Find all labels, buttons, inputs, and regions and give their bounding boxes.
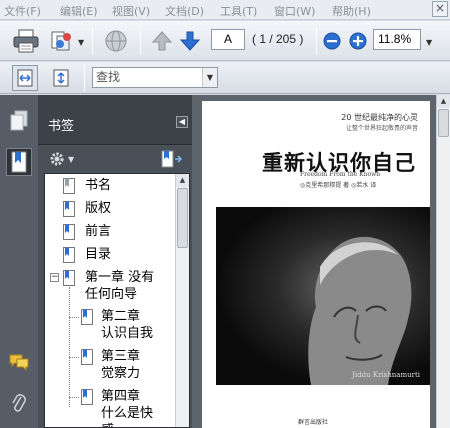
- menu-tools[interactable]: 工具(T): [220, 3, 257, 19]
- tree-line: [69, 357, 79, 358]
- bookmark-item[interactable]: 第二章: [101, 308, 140, 325]
- bookmark-item[interactable]: 第三章: [101, 348, 140, 365]
- toolbar-separator: [92, 27, 93, 55]
- navigation-pane-strip: [0, 95, 38, 428]
- close-icon[interactable]: ×: [432, 1, 448, 17]
- fit-page-icon[interactable]: [48, 65, 74, 91]
- cover-author-line: ◎克里希那穆提 著 ◎若水 译: [300, 182, 377, 189]
- zoom-level-input[interactable]: 11.8%: [373, 29, 421, 50]
- cover-english-title: Freedom From the Known: [300, 171, 381, 178]
- menu-document[interactable]: 文档(D): [165, 3, 204, 19]
- page-count: ( 1 / 205 ): [252, 32, 304, 46]
- globe-icon[interactable]: [102, 27, 130, 55]
- print-icon[interactable]: [12, 27, 40, 55]
- page-icon: [63, 178, 75, 194]
- bookmarks-tools: ▼: [38, 145, 192, 173]
- bookmark-item[interactable]: 书名: [85, 177, 111, 194]
- bookmarks-panel: 书签 ◀ ▼ 书名 版权 前言 目录 − 第一章 没有 任何向导 第二章 认识自…: [38, 95, 192, 428]
- bookmark-item[interactable]: 前言: [85, 223, 111, 240]
- find-placeholder: 查找: [96, 70, 121, 84]
- prev-page-icon[interactable]: [150, 29, 174, 53]
- gear-icon[interactable]: [48, 150, 66, 168]
- expand-bookmark-icon[interactable]: [160, 150, 182, 168]
- zoom-in-icon[interactable]: [348, 31, 368, 51]
- portrait-caption: Jiddu Krishnamurti: [352, 371, 420, 379]
- cover-portrait: Jiddu Krishnamurti: [216, 207, 430, 385]
- fit-width-icon[interactable]: [12, 65, 38, 91]
- cover-subtitle: 20 世纪最纯净的心灵: [341, 113, 418, 122]
- bookmark-item[interactable]: 第四章: [101, 388, 140, 405]
- bookmarks-scrollbar[interactable]: ▲: [175, 174, 189, 427]
- cover-publisher: 群言出版社: [298, 419, 329, 426]
- pages-panel-icon[interactable]: [6, 107, 32, 135]
- menu-edit[interactable]: 编辑(E): [60, 3, 98, 19]
- tree-line: [69, 397, 79, 398]
- secondary-toolbar: 查找 ▼: [0, 62, 450, 94]
- document-page[interactable]: 20 世纪最纯净的心灵 让整个世界狂起敬畏的声音 重新认识你自己 Freedom…: [202, 101, 430, 428]
- options-dropdown-icon[interactable]: ▼: [68, 155, 74, 164]
- cover-tagline: 让整个世界狂起敬畏的声音: [345, 125, 418, 132]
- bookmark-icon: [63, 201, 75, 217]
- scroll-up-icon[interactable]: ▲: [176, 174, 189, 187]
- document-view: 20 世纪最纯净的心灵 让整个世界狂起敬畏的声音 重新认识你自己 Freedom…: [192, 95, 436, 428]
- portrait-illustration: [308, 236, 412, 385]
- bookmark-item-cont[interactable]: 任何向导: [85, 286, 137, 303]
- bookmarks-tree: 书名 版权 前言 目录 − 第一章 没有 任何向导 第二章 认识自我 第三章 觉…: [44, 173, 190, 428]
- bookmarks-panel-icon[interactable]: [6, 148, 32, 176]
- toolbar-separator: [84, 64, 85, 92]
- attachments-panel-icon[interactable]: [6, 390, 32, 418]
- bookmark-item[interactable]: 目录: [85, 246, 111, 263]
- share-icon[interactable]: [48, 27, 76, 55]
- collapse-toggle-icon[interactable]: −: [50, 273, 59, 282]
- comments-panel-icon[interactable]: [6, 348, 32, 376]
- bookmarks-title: 书签: [48, 119, 75, 134]
- tree-line: [69, 287, 70, 407]
- bookmark-item[interactable]: 第一章 没有: [85, 269, 154, 286]
- document-scrollbar[interactable]: ▲: [436, 95, 450, 428]
- next-page-icon[interactable]: [178, 29, 202, 53]
- toolbar-separator: [316, 27, 317, 55]
- tree-line: [69, 317, 79, 318]
- main-toolbar: ▼ A ( 1 / 205 ) 11.8% ▼: [0, 21, 450, 61]
- menu-window[interactable]: 窗口(W): [274, 3, 315, 19]
- bookmark-icon: [81, 349, 93, 365]
- scroll-thumb[interactable]: [438, 109, 449, 137]
- menu-file[interactable]: 文件(F): [4, 3, 41, 19]
- bookmark-icon: [81, 309, 93, 325]
- bookmark-item-cont[interactable]: 认识自我: [101, 325, 153, 342]
- menu-bar: 文件(F) 编辑(E) 视图(V) 文档(D) 工具(T) 窗口(W) 帮助(H…: [0, 0, 450, 20]
- bookmark-icon: [81, 389, 93, 405]
- zoom-out-icon[interactable]: [322, 31, 342, 51]
- toolbar-separator: [140, 27, 141, 55]
- zoom-dropdown-icon[interactable]: ▼: [426, 38, 432, 47]
- menu-help[interactable]: 帮助(H): [332, 3, 371, 19]
- bookmark-item-cont[interactable]: 什么是快: [101, 405, 153, 422]
- menu-view[interactable]: 视图(V): [112, 3, 150, 19]
- scroll-up-icon[interactable]: ▲: [437, 95, 450, 108]
- bookmark-item-cont[interactable]: 觉察力: [101, 365, 140, 382]
- share-dropdown-icon[interactable]: ▼: [78, 38, 84, 47]
- bookmark-item[interactable]: 版权: [85, 200, 111, 217]
- collapse-panel-icon[interactable]: ◀: [176, 116, 188, 128]
- page-number-input[interactable]: A: [211, 29, 245, 50]
- bookmark-icon: [63, 270, 75, 286]
- bookmark-item-cont[interactable]: 感: [101, 422, 114, 427]
- scroll-thumb[interactable]: [177, 188, 188, 248]
- bookmark-icon: [63, 247, 75, 263]
- find-dropdown-icon[interactable]: ▼: [202, 68, 217, 87]
- bookmarks-header: 书签 ◀: [38, 95, 192, 145]
- bookmark-icon: [63, 224, 75, 240]
- find-input[interactable]: 查找 ▼: [92, 67, 218, 88]
